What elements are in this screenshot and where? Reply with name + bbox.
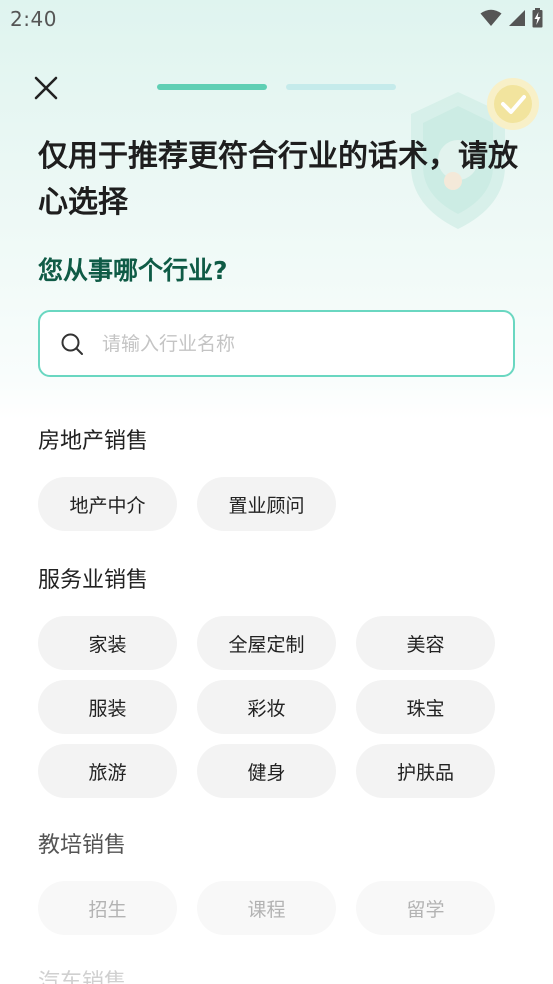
industry-chip-jewelry[interactable]: 珠宝 (356, 680, 495, 734)
industry-chip-apparel[interactable]: 服装 (38, 680, 177, 734)
status-bar: 2:40 (0, 0, 553, 38)
industry-chip-makeup[interactable]: 彩妆 (197, 680, 336, 734)
category-real-estate: 房地产销售 地产中介 置业顾问 (38, 427, 495, 531)
step-progress (157, 84, 396, 90)
industry-chip-study-abroad[interactable]: 留学 (356, 881, 495, 935)
industry-chip-skincare[interactable]: 护肤品 (356, 744, 495, 798)
industry-search-input[interactable] (102, 332, 482, 355)
industry-chip-enrollment[interactable]: 招生 (38, 881, 177, 935)
category-education: 教培销售 招生 课程 留学 (38, 831, 495, 935)
page-title: 仅用于推荐更符合行业的话术，请放心选择 (38, 139, 518, 220)
industry-chip-property-consultant[interactable]: 置业顾问 (197, 477, 336, 531)
category-title: 房地产销售 (38, 429, 149, 454)
industry-chip-beauty[interactable]: 美容 (356, 616, 495, 670)
progress-step-2 (286, 84, 396, 90)
category-title: 服务业销售 (38, 568, 149, 593)
status-time: 2:40 (10, 7, 57, 31)
industry-question: 您从事哪个行业? (38, 256, 228, 285)
close-icon (34, 76, 58, 100)
category-service: 服务业销售 家装 全屋定制 美容 服装 彩妆 珠宝 旅游 健身 护肤品 (38, 566, 495, 798)
industry-search-box[interactable] (38, 310, 515, 377)
industry-chip-home-decoration[interactable]: 家装 (38, 616, 177, 670)
category-title: 汽车销售 (38, 970, 127, 984)
industry-chip-fitness[interactable]: 健身 (197, 744, 336, 798)
progress-step-1 (157, 84, 267, 90)
category-auto: 汽车销售 (38, 968, 126, 984)
industry-chip-whole-house-custom[interactable]: 全屋定制 (197, 616, 336, 670)
battery-charging-icon (532, 8, 543, 28)
close-button[interactable] (30, 72, 62, 104)
search-icon (61, 333, 83, 355)
wifi-icon (480, 9, 502, 26)
category-title: 教培销售 (38, 833, 127, 858)
status-icons (480, 8, 543, 28)
industry-chip-real-estate-agent[interactable]: 地产中介 (38, 477, 177, 531)
industry-chip-courses[interactable]: 课程 (197, 881, 336, 935)
industry-chip-travel[interactable]: 旅游 (38, 744, 177, 798)
cellular-signal-icon (509, 10, 525, 26)
